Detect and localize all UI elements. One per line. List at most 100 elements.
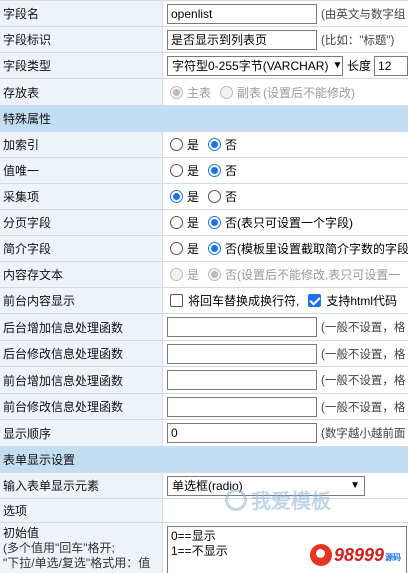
front-edit-func-input[interactable]: [167, 396, 317, 417]
row-field-name: 字段名 openlist (由英文与数字组: [0, 1, 408, 27]
collect-label: 采集项: [0, 184, 163, 209]
newline-checkbox-label: 将回车替换成换行符,: [188, 294, 300, 308]
section-special-attrs: 特殊属性: [0, 106, 408, 132]
row-collect: 采集项 是 否: [0, 184, 408, 210]
content-no-radio[interactable]: [208, 268, 222, 281]
unique-yes-radio[interactable]: [170, 164, 183, 177]
collect-no-label: 否: [225, 190, 238, 204]
back-add-func-input[interactable]: [167, 317, 317, 337]
sub-table-label: 副表: [237, 85, 262, 100]
row-table: 存放表 主表 副表 (设置后不能修改): [0, 79, 408, 106]
index-yes-radio[interactable]: [170, 138, 183, 151]
row-content-text: 内容存文本 是 否(设置后不能修改,表只可设置一: [0, 262, 408, 288]
initial-value-label: 初始值: [3, 526, 40, 540]
back-add-func-hint: (一般不设置，格: [321, 322, 406, 334]
main-table-label: 主表: [187, 85, 212, 100]
content-yes-radio[interactable]: [170, 268, 183, 281]
field-id-input[interactable]: 是否显示到列表页: [167, 29, 317, 50]
field-id-hint: (比如："标题"): [321, 34, 395, 47]
page-yes-label: 是: [187, 216, 200, 230]
row-page-field: 分页字段 是 否(表只可设置一个字段): [0, 210, 408, 236]
field-name-input[interactable]: openlist: [167, 3, 317, 24]
content-text-label: 内容存文本: [0, 262, 163, 287]
logo-sub-text: 源码: [385, 553, 402, 562]
initial-value-label-cell: 初始值 (多个值用"回车"格开; "下拉/单选/复选"格式用：值: [0, 523, 163, 573]
index-label: 加索引: [0, 132, 163, 157]
section-form-display: 表单显示设置: [0, 447, 408, 473]
front-edit-func-label: 前台修改信息处理函数: [0, 394, 163, 419]
intro-no-radio[interactable]: [208, 242, 222, 255]
front-display-label: 前台内容显示: [0, 288, 163, 313]
initial-value-note-2: "下拉/单选/复选"格式用：值: [3, 556, 151, 570]
row-front-add-func: 前台增加信息处理函数 (一般不设置，格: [0, 367, 408, 394]
collect-yes-radio[interactable]: [170, 190, 183, 203]
content-yes-label: 是: [187, 268, 200, 282]
row-field-id: 字段标识 是否显示到列表页 (比如："标题"): [0, 27, 408, 53]
page-field-label: 分页字段: [0, 210, 163, 235]
front-add-func-hint: (一般不设置，格: [321, 375, 406, 387]
field-type-label: 字段类型: [0, 53, 163, 78]
collect-no-radio[interactable]: [208, 190, 222, 203]
back-add-func-label: 后台增加信息处理函数: [0, 314, 163, 340]
field-type-select[interactable]: 字符型0-255字节(VARCHAR) ▼: [167, 55, 343, 76]
chevron-down-icon: ▼: [332, 60, 343, 71]
intro-no-label: 否(模板里设置截取简介字数的字段: [225, 242, 408, 256]
page-no-radio[interactable]: [208, 216, 222, 229]
index-no-radio[interactable]: [208, 138, 222, 151]
chevron-down-icon: ▼: [350, 480, 360, 491]
input-element-value: 单选框(radio): [172, 479, 243, 493]
row-back-edit-func: 后台修改信息处理函数 (一般不设置，格: [0, 341, 408, 367]
row-back-add-func: 后台增加信息处理函数 (一般不设置，格: [0, 314, 408, 341]
front-add-func-input[interactable]: [167, 370, 317, 390]
intro-field-label: 简介字段: [0, 236, 163, 261]
field-form: 字段名 openlist (由英文与数字组 字段标识 是否显示到列表页 (比如：…: [0, 0, 408, 573]
page-yes-radio[interactable]: [170, 216, 183, 229]
options-label: 选项: [0, 499, 163, 522]
back-edit-func-hint: (一般不设置，格: [321, 348, 406, 361]
unique-no-label: 否: [225, 164, 238, 178]
front-edit-func-hint: (一般不设置，格: [321, 401, 406, 414]
input-element-select[interactable]: 单选框(radio) ▼: [167, 475, 365, 496]
index-no-label: 否: [225, 138, 238, 152]
logo-mark-icon: [310, 544, 332, 566]
field-id-label: 字段标识: [0, 27, 163, 52]
index-yes-label: 是: [187, 138, 200, 152]
row-field-type: 字段类型 字符型0-255字节(VARCHAR) ▼ 长度 12: [0, 53, 408, 79]
row-unique: 值唯一 是 否: [0, 158, 408, 184]
row-front-display: 前台内容显示 将回车替换成换行符, 支持html代码: [0, 288, 408, 314]
input-element-label: 输入表单显示元素: [0, 473, 163, 498]
sub-table-radio[interactable]: [220, 85, 234, 99]
collect-yes-label: 是: [187, 190, 200, 204]
row-display-order: 显示顺序 0 (数字越小越前面: [0, 420, 408, 447]
display-order-label: 显示顺序: [0, 420, 163, 446]
intro-yes-label: 是: [187, 242, 200, 256]
length-input[interactable]: 12: [374, 55, 408, 76]
unique-no-radio[interactable]: [208, 164, 222, 177]
unique-label: 值唯一: [0, 158, 163, 183]
unique-yes-label: 是: [187, 164, 200, 178]
back-edit-func-input[interactable]: [167, 343, 317, 364]
length-label: 长度: [347, 59, 372, 73]
display-order-input[interactable]: 0: [167, 423, 317, 443]
table-label: 存放表: [0, 79, 163, 105]
row-intro-field: 简介字段 是 否(模板里设置截取简介字数的字段: [0, 236, 408, 262]
back-edit-func-label: 后台修改信息处理函数: [0, 341, 163, 366]
intro-yes-radio[interactable]: [170, 242, 183, 255]
html-checkbox-label: 支持html代码: [326, 294, 398, 308]
display-order-hint: (数字越小越前面: [321, 428, 406, 440]
row-input-element: 输入表单显示元素 单选框(radio) ▼: [0, 473, 408, 499]
table-hint: (设置后不能修改): [263, 85, 356, 100]
site-logo: 98999 源码: [310, 544, 401, 566]
html-checkbox[interactable]: [308, 294, 322, 307]
row-front-edit-func: 前台修改信息处理函数 (一般不设置，格: [0, 394, 408, 420]
newline-checkbox[interactable]: [170, 294, 183, 307]
main-table-radio[interactable]: [170, 85, 183, 99]
row-options: 选项: [0, 499, 408, 523]
field-name-hint: (由英文与数字组: [321, 8, 406, 21]
initial-value-note: (多个值用"回车"格开;: [3, 541, 115, 555]
field-name-label: 字段名: [0, 1, 163, 26]
page-no-label: 否(表只可设置一个字段): [225, 216, 354, 230]
content-no-label: 否(设置后不能修改,表只可设置一: [225, 268, 401, 282]
front-add-func-label: 前台增加信息处理函数: [0, 367, 163, 393]
row-index: 加索引 是 否: [0, 132, 408, 158]
